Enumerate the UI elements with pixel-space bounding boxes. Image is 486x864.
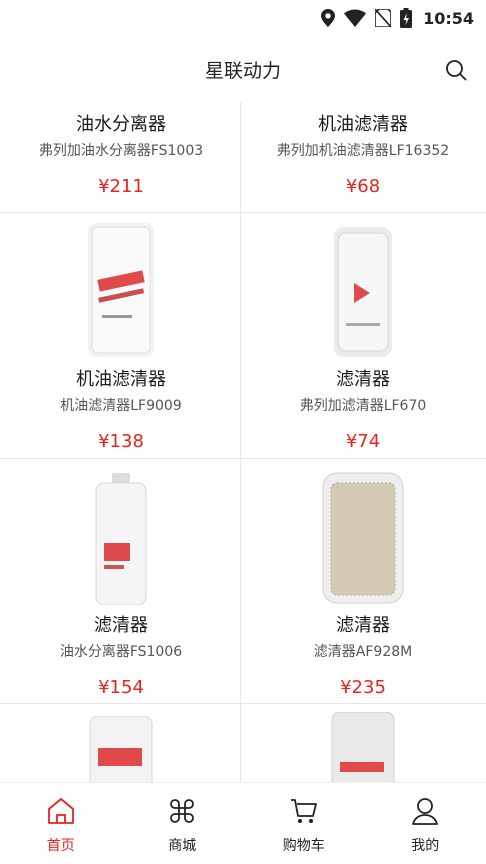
wifi-icon [344, 9, 367, 27]
status-time: 10:54 [423, 8, 474, 28]
battery-icon [400, 8, 413, 28]
product-card[interactable] [242, 704, 484, 782]
product-name: 机油滤清器 [318, 114, 408, 135]
status-bar: 10:54 [0, 0, 486, 36]
product-name: 机油滤清器 [76, 369, 166, 390]
filter-image [334, 227, 392, 357]
product-card[interactable]: 滤清器 弗列加滤清器LF670 ¥74 [242, 213, 484, 458]
product-card[interactable]: 滤清器 油水分离器FS1006 ¥154 [0, 459, 242, 703]
filter-image [331, 712, 395, 782]
tab-mall[interactable]: 商城 [122, 783, 244, 864]
product-name: 滤清器 [336, 369, 390, 390]
product-card[interactable] [0, 704, 242, 782]
product-name: 滤清器 [336, 615, 390, 636]
product-desc: 弗列加滤清器LF670 [299, 398, 427, 414]
product-card[interactable]: 机油滤清器 机油滤清器LF9009 ¥138 [0, 213, 242, 458]
bottom-tab-bar: 首页 商城 购物车 我的 [0, 782, 486, 864]
cart-icon [290, 799, 317, 823]
product-image [0, 465, 242, 605]
product-desc: 油水分离器FS1006 [59, 644, 183, 660]
profile-icon [412, 798, 439, 825]
product-price: ¥154 [98, 677, 144, 698]
tab-profile[interactable]: 我的 [365, 783, 486, 864]
product-name: 油水分离器 [76, 114, 166, 135]
filter-image [89, 716, 153, 782]
product-card[interactable]: 机油滤清器 弗列加机油滤清器LF16352 ¥68 [242, 102, 484, 212]
product-card[interactable]: 油水分离器 弗列加油水分离器FS1003 ¥211 [0, 102, 242, 212]
product-desc: 机油滤清器LF9009 [60, 398, 182, 414]
tab-home[interactable]: 首页 [0, 783, 122, 864]
product-grid: 油水分离器 弗列加油水分离器FS1003 ¥211 机油滤清器 弗列加机油滤清器… [0, 102, 486, 782]
tab-cart[interactable]: 购物车 [243, 783, 365, 864]
app-header: 星联动力 [0, 36, 486, 102]
location-icon [321, 9, 336, 27]
product-desc: 滤清器AF928M [313, 644, 413, 660]
page-title: 星联动力 [204, 59, 281, 82]
product-price: ¥235 [340, 677, 386, 698]
product-image [0, 217, 242, 357]
air-filter-image [322, 472, 404, 604]
product-image [242, 465, 484, 605]
product-name: 滤清器 [94, 615, 148, 636]
fuel-separator-image [95, 473, 147, 605]
product-price: ¥74 [345, 431, 381, 452]
mall-icon [170, 799, 195, 823]
product-image [242, 217, 484, 357]
tab-label: 购物车 [282, 838, 325, 854]
product-card[interactable]: 滤清器 滤清器AF928M ¥235 [242, 459, 484, 703]
tab-label: 我的 [411, 838, 440, 854]
product-desc: 弗列加机油滤清器LF16352 [276, 143, 450, 159]
tab-label: 首页 [46, 838, 75, 854]
product-price: ¥138 [98, 431, 144, 452]
tab-label: 商城 [168, 838, 197, 854]
product-desc: 弗列加油水分离器FS1003 [38, 143, 204, 159]
product-price: ¥211 [98, 176, 144, 197]
no-sim-icon [375, 9, 392, 27]
product-price: ¥68 [345, 176, 381, 197]
home-icon [47, 798, 74, 824]
search-icon[interactable] [444, 58, 468, 82]
oil-filter-image [88, 223, 154, 357]
